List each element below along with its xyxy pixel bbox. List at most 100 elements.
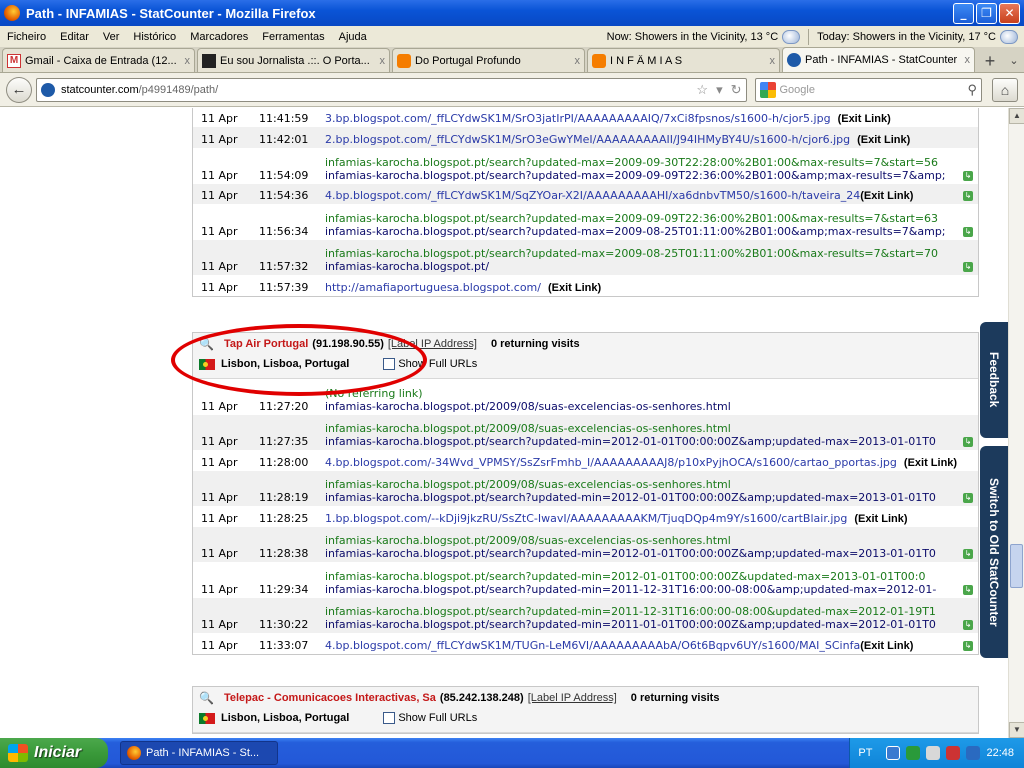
windows-logo-icon <box>8 744 28 762</box>
language-indicator[interactable]: PT <box>858 747 872 759</box>
menu-historico[interactable]: Histórico <box>126 31 183 43</box>
arrow-icon[interactable]: ↳ <box>963 171 973 181</box>
page-link[interactable]: infamias-karocha.blogspot.pt/2009/08/sua… <box>325 400 978 413</box>
table-row: 11 Apr 11:54:09 infamias-karocha.blogspo… <box>193 148 978 184</box>
page-link[interactable]: infamias-karocha.blogspot.pt/search?upda… <box>325 618 978 631</box>
red-highlight-oval <box>171 324 427 396</box>
restore-button[interactable]: ❐ <box>976 3 997 24</box>
menu-ficheiro[interactable]: Ficheiro <box>0 31 53 43</box>
tab-close-icon[interactable]: x <box>575 55 581 67</box>
search-icon[interactable]: ⚲ <box>968 82 978 98</box>
close-button[interactable]: ✕ <box>999 3 1020 24</box>
tab-close-icon[interactable]: x <box>380 55 386 67</box>
google-icon[interactable] <box>759 81 776 98</box>
scroll-down-icon[interactable]: ▼ <box>1009 722 1024 738</box>
gmail-notifier-icon[interactable] <box>946 746 961 760</box>
magnifier-icon[interactable]: 🔍 <box>199 691 214 705</box>
cloud-icon <box>1000 29 1018 44</box>
scroll-up-icon[interactable]: ▲ <box>1009 108 1024 124</box>
page-link[interactable]: 4.bp.blogspot.com/_ffLCYdwSK1M/SqZYOar-X… <box>325 189 860 202</box>
menu-ajuda[interactable]: Ajuda <box>332 31 374 43</box>
page-link[interactable]: infamias-karocha.blogspot.pt/search?upda… <box>325 491 978 504</box>
page-link[interactable]: 4.bp.blogspot.com/-34Wvd_VPMSY/SsZsrFmhb… <box>325 456 897 469</box>
page-link[interactable]: infamias-karocha.blogspot.pt/search?upda… <box>325 225 978 238</box>
referrer-link[interactable]: infamias-karocha.blogspot.pt/search?upda… <box>325 605 978 618</box>
arrow-icon[interactable]: ↳ <box>963 191 973 201</box>
page-link[interactable]: 4.bp.blogspot.com/_ffLCYdwSK1M/TUGn-LeM6… <box>325 639 860 652</box>
page-link[interactable]: infamias-karocha.blogspot.pt/search?upda… <box>325 583 978 596</box>
page-link[interactable]: http://amafiaportuguesa.blogspot.com/ <box>325 281 541 294</box>
page-link[interactable]: 3.bp.blogspot.com/_ffLCYdwSK1M/SrO3jatIr… <box>325 112 831 125</box>
arrow-icon[interactable]: ↳ <box>963 620 973 630</box>
page-link[interactable]: infamias-karocha.blogspot.pt/search?upda… <box>325 547 978 560</box>
tab-label: I N F Â M I A S <box>610 54 683 67</box>
cloud-icon <box>782 29 801 44</box>
search-box[interactable]: Google ⚲ <box>754 77 983 102</box>
label-ip-link[interactable]: [Label IP Address] <box>528 692 617 704</box>
network-icon[interactable] <box>906 746 921 760</box>
exit-link-label: (Exit Link) <box>860 640 914 652</box>
arrow-icon[interactable]: ↳ <box>963 585 973 595</box>
menu-marcadores[interactable]: Marcadores <box>183 31 255 43</box>
referrer-link[interactable]: infamias-karocha.blogspot.pt/search?upda… <box>325 156 978 169</box>
site-identity-icon[interactable] <box>40 82 55 97</box>
tab-close-icon[interactable]: x <box>965 54 971 66</box>
tab-jornalista[interactable]: Eu sou Jornalista .::. O Porta... x <box>197 48 390 72</box>
table-row: 11 Apr 11:57:39 http://amafiaportuguesa.… <box>201 281 602 294</box>
page-link[interactable]: 2.bp.blogspot.com/_ffLCYdwSK1M/SrO3eGwYM… <box>325 133 850 146</box>
tab-list-chevron-icon[interactable]: ⌄ <box>1004 50 1024 72</box>
blogger-icon <box>397 53 411 68</box>
arrow-icon[interactable]: ↳ <box>963 549 973 559</box>
volume-icon[interactable] <box>926 746 941 760</box>
show-full-urls-checkbox[interactable] <box>383 712 396 724</box>
new-tab-button[interactable]: + <box>977 50 1003 72</box>
arrow-icon[interactable]: ↳ <box>963 493 973 503</box>
page-link[interactable]: infamias-karocha.blogspot.pt/search?upda… <box>325 169 978 182</box>
weather-widget[interactable]: Now: Showers in the Vicinity, 13 °C Toda… <box>607 28 1024 45</box>
minimize-button[interactable]: _ <box>953 3 974 24</box>
page-link[interactable]: infamias-karocha.blogspot.pt/ <box>325 260 978 273</box>
security-icon[interactable] <box>966 746 981 760</box>
visitor-header: 🔍 Telepac - Comunicacoes Interactivas, S… <box>193 687 978 733</box>
url-bar[interactable]: statcounter.com/p4991489/path/ ☆ ▾ ↻ <box>35 77 747 102</box>
bookmark-star-icon[interactable]: ☆ <box>696 82 708 98</box>
menu-ver[interactable]: Ver <box>96 31 127 43</box>
statcounter-icon <box>787 53 801 67</box>
tab-infamias[interactable]: I N F Â M I A S x <box>587 48 780 72</box>
back-button[interactable]: ← <box>6 76 32 103</box>
tab-close-icon[interactable]: x <box>770 55 776 67</box>
page-link[interactable]: infamias-karocha.blogspot.pt/search?upda… <box>325 435 978 448</box>
home-button[interactable]: ⌂ <box>992 77 1018 102</box>
table-row: 11 Apr 11:57:32 infamias-karocha.blogspo… <box>193 240 978 275</box>
tab-close-icon[interactable]: x <box>185 55 191 67</box>
tray-arrow-icon[interactable] <box>886 746 901 760</box>
table-row: 11 Apr 11:28:25 1.bp.blogspot.com/--kDji… <box>201 512 908 525</box>
arrow-icon[interactable]: ↳ <box>963 437 973 447</box>
menu-ferramentas[interactable]: Ferramentas <box>255 31 331 43</box>
tab-portugal-profundo[interactable]: Do Portugal Profundo x <box>392 48 585 72</box>
nav-bar: ← statcounter.com/p4991489/path/ ☆ ▾ ↻ G… <box>0 73 1024 107</box>
feedback-tab[interactable]: Feedback <box>980 322 1008 438</box>
referrer-link[interactable]: infamias-karocha.blogspot.pt/search?upda… <box>325 247 978 260</box>
start-button[interactable]: Iniciar <box>0 738 108 768</box>
referrer-link[interactable]: infamias-karocha.blogspot.pt/search?upda… <box>325 212 978 225</box>
reload-icon[interactable]: ↻ <box>731 82 742 98</box>
tab-gmail[interactable]: M Gmail - Caixa de Entrada (12... x <box>2 48 195 72</box>
vertical-scrollbar[interactable]: ▲ ▼ <box>1008 108 1024 738</box>
referrer-link[interactable]: infamias-karocha.blogspot.pt/2009/08/sua… <box>325 478 978 491</box>
table-row: 11 Apr 11:28:19 infamias-karocha.blogspo… <box>193 471 978 506</box>
referrer-link[interactable]: infamias-karocha.blogspot.pt/2009/08/sua… <box>325 422 978 435</box>
switch-old-statcounter-tab[interactable]: Switch to Old StatCounter <box>980 446 1008 658</box>
menu-editar[interactable]: Editar <box>53 31 96 43</box>
arrow-icon[interactable]: ↳ <box>963 262 973 272</box>
page-link[interactable]: 1.bp.blogspot.com/--kDji9jkzRU/SsZtC-Iwa… <box>325 512 847 525</box>
referrer-link[interactable]: infamias-karocha.blogspot.pt/search?upda… <box>325 570 978 583</box>
referrer-link[interactable]: infamias-karocha.blogspot.pt/2009/08/sua… <box>325 534 978 547</box>
taskbar-firefox-window[interactable]: Path - INFAMIAS - St... <box>120 741 278 765</box>
arrow-icon[interactable]: ↳ <box>963 227 973 237</box>
search-input[interactable]: Google <box>780 84 815 96</box>
arrow-icon[interactable]: ↳ <box>963 641 973 651</box>
tab-statcounter[interactable]: Path - INFAMIAS - StatCounter x <box>782 47 975 72</box>
scrollbar-thumb[interactable] <box>1010 544 1023 588</box>
history-dropdown-icon[interactable]: ▾ <box>716 82 723 98</box>
